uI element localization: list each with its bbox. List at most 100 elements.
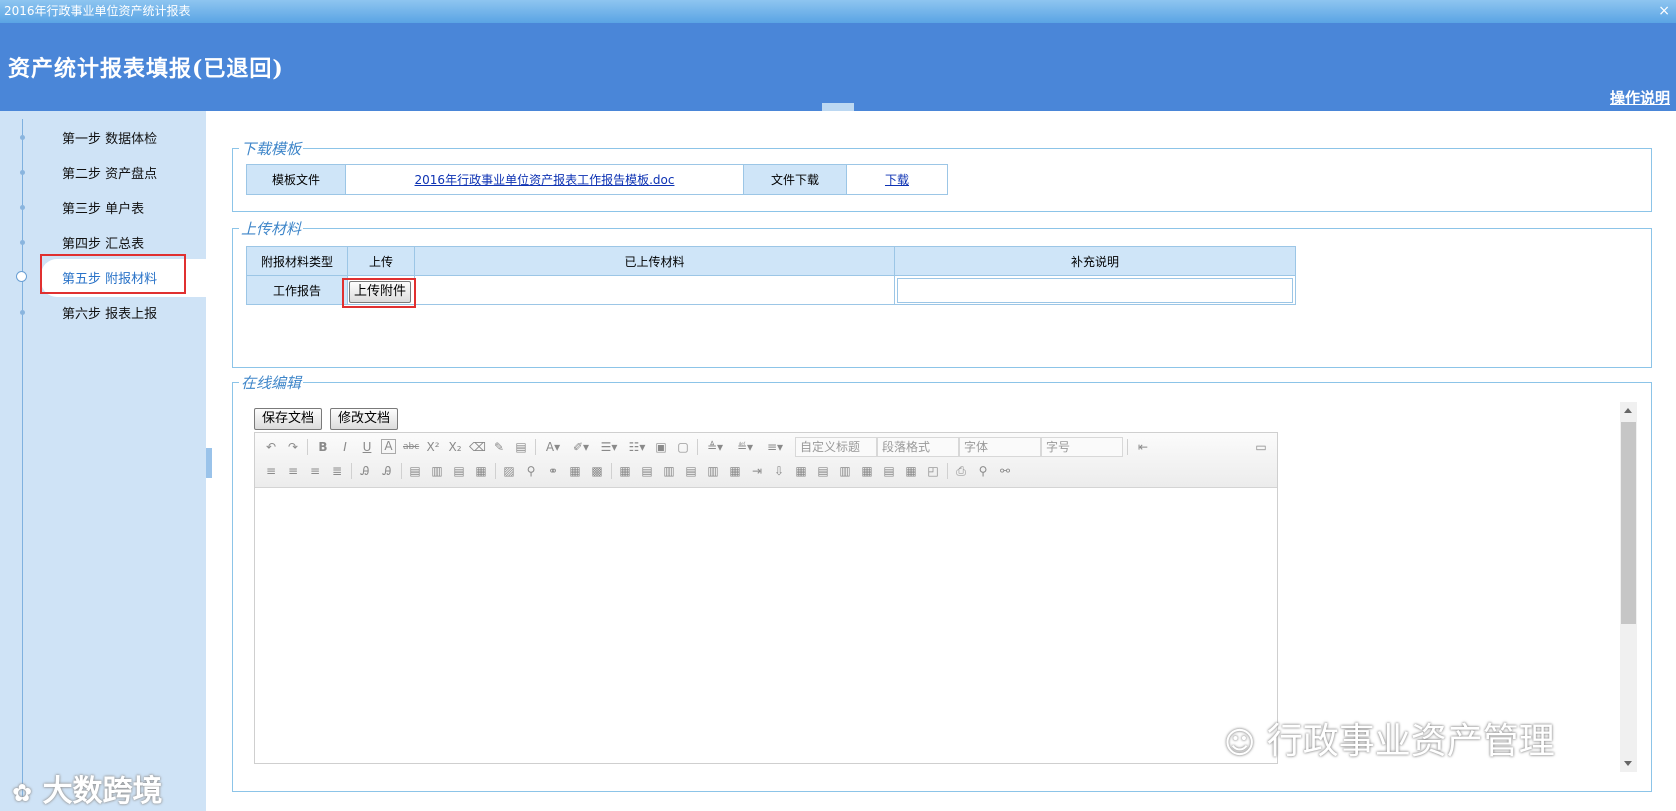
step-6[interactable]: 第六步 报表上报 [0,297,206,327]
sidebar: 第一步 数据体检 第二步 资产盘点 第三步 单户表 第四步 汇总表 第五步 附报… [0,111,206,811]
highlight-icon[interactable]: ✐▾ [569,439,593,455]
modify-document-button[interactable]: 修改文档 [330,408,398,430]
redo-icon[interactable]: ↷ [285,439,301,455]
split-cells-icon[interactable]: ▦ [793,463,809,479]
step-1[interactable]: 第一步 数据体检 [0,122,206,152]
close-icon[interactable]: × [1658,0,1670,23]
strikethrough-icon[interactable]: abc [403,439,419,455]
step-3[interactable]: 第三步 单户表 [0,192,206,222]
align-left-icon[interactable]: ≡ [263,463,279,479]
row-spacing-top-icon[interactable]: ≜▾ [703,439,727,455]
row-spacing-bottom-icon[interactable]: ≝▾ [733,439,757,455]
toolbar-separator [307,439,308,455]
insert-row-icon[interactable]: ▤ [639,463,655,479]
insert-col-icon[interactable]: ▥ [661,463,677,479]
editor-toolbar: ↶ ↷ B I U A abc X² X₂ ⌫ ✎ ▤ A▾ ✐▾ ☰▾ ☷▾ … [255,433,1277,488]
column-header: 附报材料类型 [246,246,348,276]
size-select[interactable]: 字号 [1041,437,1123,457]
paste-text-icon[interactable]: ▤ [513,439,529,455]
page-header: 资产统计报表填报(已退回) 操作说明 [0,23,1676,111]
indent-icon[interactable]: Ꭿ [357,463,373,479]
toolbar-separator [611,463,612,479]
direction-icon[interactable]: ⇤ [1135,439,1151,455]
italic-icon[interactable]: I [337,439,353,455]
editor-content-area[interactable] [255,488,1277,763]
image-icon[interactable]: ▨ [501,463,517,479]
table-header-row: 附报材料类型 上传 已上传材料 补充说明 [246,246,1296,276]
select-all-icon[interactable]: ▣ [653,439,669,455]
anchor-icon[interactable]: ▦ [567,463,583,479]
split-cols-icon[interactable]: ▥ [837,463,853,479]
save-document-button[interactable]: 保存文档 [254,408,322,430]
vertical-scrollbar[interactable] [1620,402,1637,772]
superscript-icon[interactable]: X² [425,439,441,455]
find-icon[interactable]: ⚯ [997,463,1013,479]
ordered-list-icon[interactable]: ☰▾ [597,439,621,455]
merge-cells-icon[interactable]: ▦ [727,463,743,479]
background-icon[interactable]: ▦ [903,463,919,479]
clear-doc-icon[interactable]: ▢ [675,439,691,455]
step-4[interactable]: 第四步 汇总表 [0,227,206,257]
line-height-icon[interactable]: ≡▾ [763,439,787,455]
active-step-ring [16,271,27,282]
template-label: 模板文件 [246,164,346,195]
download-link[interactable]: 下载 [885,173,909,187]
window-titlebar: 2016年行政事业单位资产统计报表 × [0,0,1676,23]
step-2[interactable]: 第二步 资产盘点 [0,157,206,187]
table-icon[interactable]: ▦ [617,463,633,479]
image-right-icon[interactable]: ▤ [451,463,467,479]
delete-row-icon[interactable]: ▤ [683,463,699,479]
toolbar-separator [535,439,536,455]
merge-right-icon[interactable]: ⇥ [749,463,765,479]
bold-icon[interactable]: B [315,439,331,455]
scrollbar-thumb[interactable] [1621,422,1636,624]
cell-align-icon[interactable]: ◰ [925,463,941,479]
font-select[interactable]: 字体 [959,437,1041,457]
column-header: 补充说明 [894,246,1296,276]
align-right-icon[interactable]: ≡ [307,463,323,479]
toolbar-separator [947,463,948,479]
toolbar-separator [351,463,352,479]
format-brush-icon[interactable]: ✎ [491,439,507,455]
eraser-icon[interactable]: ⌫ [469,439,486,455]
search-replace-icon[interactable]: ⚲ [975,463,991,479]
font-color-icon[interactable]: A▾ [541,439,565,455]
image-center-icon[interactable]: ▦ [473,463,489,479]
table-props-icon[interactable]: ▦ [859,463,875,479]
font-border-icon[interactable]: A [381,439,396,454]
column-header: 上传 [347,246,415,276]
toolbar-separator [401,463,402,479]
merge-down-icon[interactable]: ⇩ [771,463,787,479]
sidebar-collapse-handle[interactable] [206,448,212,478]
toolbar-separator [697,439,698,455]
rich-text-editor: ↶ ↷ B I U A abc X² X₂ ⌫ ✎ ▤ A▾ ✐▾ ☰▾ ☷▾ … [254,432,1278,764]
uploaded-material-cell [414,275,895,305]
unordered-list-icon[interactable]: ☷▾ [625,439,649,455]
attachment-icon[interactable]: ⚲ [523,463,539,479]
emotion-icon[interactable]: ▩ [589,463,605,479]
paragraph-select[interactable]: 段落格式 [877,437,959,457]
undo-icon[interactable]: ↶ [263,439,279,455]
split-rows-icon[interactable]: ▤ [815,463,831,479]
heading-select[interactable]: 自定义标题 [795,437,877,457]
column-header: 已上传材料 [414,246,895,276]
underline-icon[interactable]: U [359,439,375,455]
print-icon[interactable]: ⎙ [953,463,969,479]
step-dot [20,170,25,175]
template-file-link[interactable]: 2016年行政事业单位资产报表工作报告模板.doc [415,173,675,187]
cell-props-icon[interactable]: ▤ [881,463,897,479]
preview-icon[interactable]: ▭ [1253,439,1269,455]
align-center-icon[interactable]: ≡ [285,463,301,479]
subscript-icon[interactable]: X₂ [447,439,463,455]
note-field[interactable] [897,277,1293,303]
scroll-down-icon[interactable] [1624,761,1632,766]
header-notch [822,103,854,111]
help-link[interactable]: 操作说明 [1610,87,1670,108]
image-none-icon[interactable]: ▥ [429,463,445,479]
justify-icon[interactable]: ≣ [329,463,345,479]
scroll-up-icon[interactable] [1624,408,1632,413]
outdent-icon[interactable]: Ꭿ [379,463,395,479]
image-left-icon[interactable]: ▤ [407,463,423,479]
delete-col-icon[interactable]: ▥ [705,463,721,479]
link-icon[interactable]: ⚭ [545,463,561,479]
